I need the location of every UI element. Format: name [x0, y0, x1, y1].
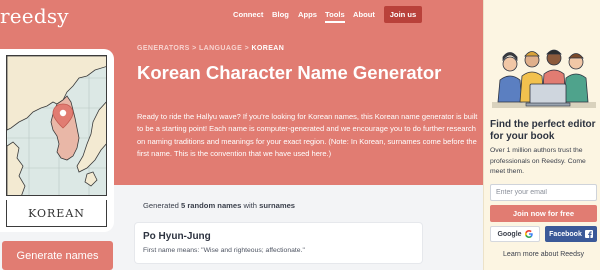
join-us-button[interactable]: Join us — [384, 6, 422, 23]
nav-about[interactable]: About — [353, 10, 375, 19]
results-middle: with — [243, 201, 258, 210]
breadcrumb-language[interactable]: LANGUAGE — [199, 45, 242, 52]
google-signin-button[interactable]: Google — [490, 226, 540, 242]
breadcrumb-current: KOREAN — [251, 45, 285, 52]
breadcrumb-separator: > — [192, 45, 197, 52]
korea-map — [6, 55, 107, 196]
results-count: 5 random names — [181, 201, 242, 210]
facebook-signin-button[interactable]: Facebook — [545, 226, 597, 242]
learn-more-link[interactable]: Learn more about Reedsy — [490, 251, 597, 258]
nav-tools[interactable]: Tools — [325, 10, 345, 23]
generated-name: Po Hyun-Jung — [143, 231, 211, 242]
page-description: Ready to ride the Hallyu wave? If you're… — [137, 112, 478, 159]
korean-map-card: KOREAN — [0, 49, 114, 232]
google-icon — [524, 230, 533, 238]
results-kind: surnames — [259, 201, 296, 210]
sidebar-title: Find the perfect editor for your book — [490, 119, 596, 142]
facebook-label: Facebook — [549, 230, 582, 238]
nav-connect[interactable]: Connect — [233, 10, 263, 19]
korea-map-illustration — [7, 56, 106, 195]
nav-apps[interactable]: Apps — [298, 10, 317, 19]
breadcrumb-separator: > — [244, 45, 250, 52]
breadcrumb: GENERATORS > LANGUAGE > KOREAN — [137, 45, 284, 52]
site-header: reedsy Connect Blog Apps Tools About Joi… — [0, 0, 483, 32]
nav-blog[interactable]: Blog — [272, 10, 289, 19]
join-free-button[interactable]: Join now for free — [490, 205, 597, 222]
name-meaning: First name means: "Wise and righteous; a… — [143, 247, 305, 254]
breadcrumb-generators[interactable]: GENERATORS — [137, 45, 190, 52]
facebook-icon — [584, 230, 593, 238]
editors-illustration — [492, 49, 596, 108]
sidebar-signup: Find the perfect editor for your book Ov… — [483, 0, 600, 270]
page-title: Korean Character Name Generator — [137, 62, 442, 83]
results-summary: Generated 5 random names with surnames — [143, 201, 295, 210]
name-result-card: Po Hyun-Jung First name means: "Wise and… — [135, 223, 422, 263]
sidebar-text: Over 1 million authors trust the profess… — [490, 147, 586, 176]
results-prefix: Generated — [143, 201, 179, 210]
reedsy-logo[interactable]: reedsy — [0, 4, 69, 28]
generate-names-button[interactable]: Generate names — [2, 241, 113, 270]
google-label: Google — [497, 230, 522, 238]
email-field[interactable] — [490, 184, 597, 201]
card-label: KOREAN — [6, 200, 107, 227]
